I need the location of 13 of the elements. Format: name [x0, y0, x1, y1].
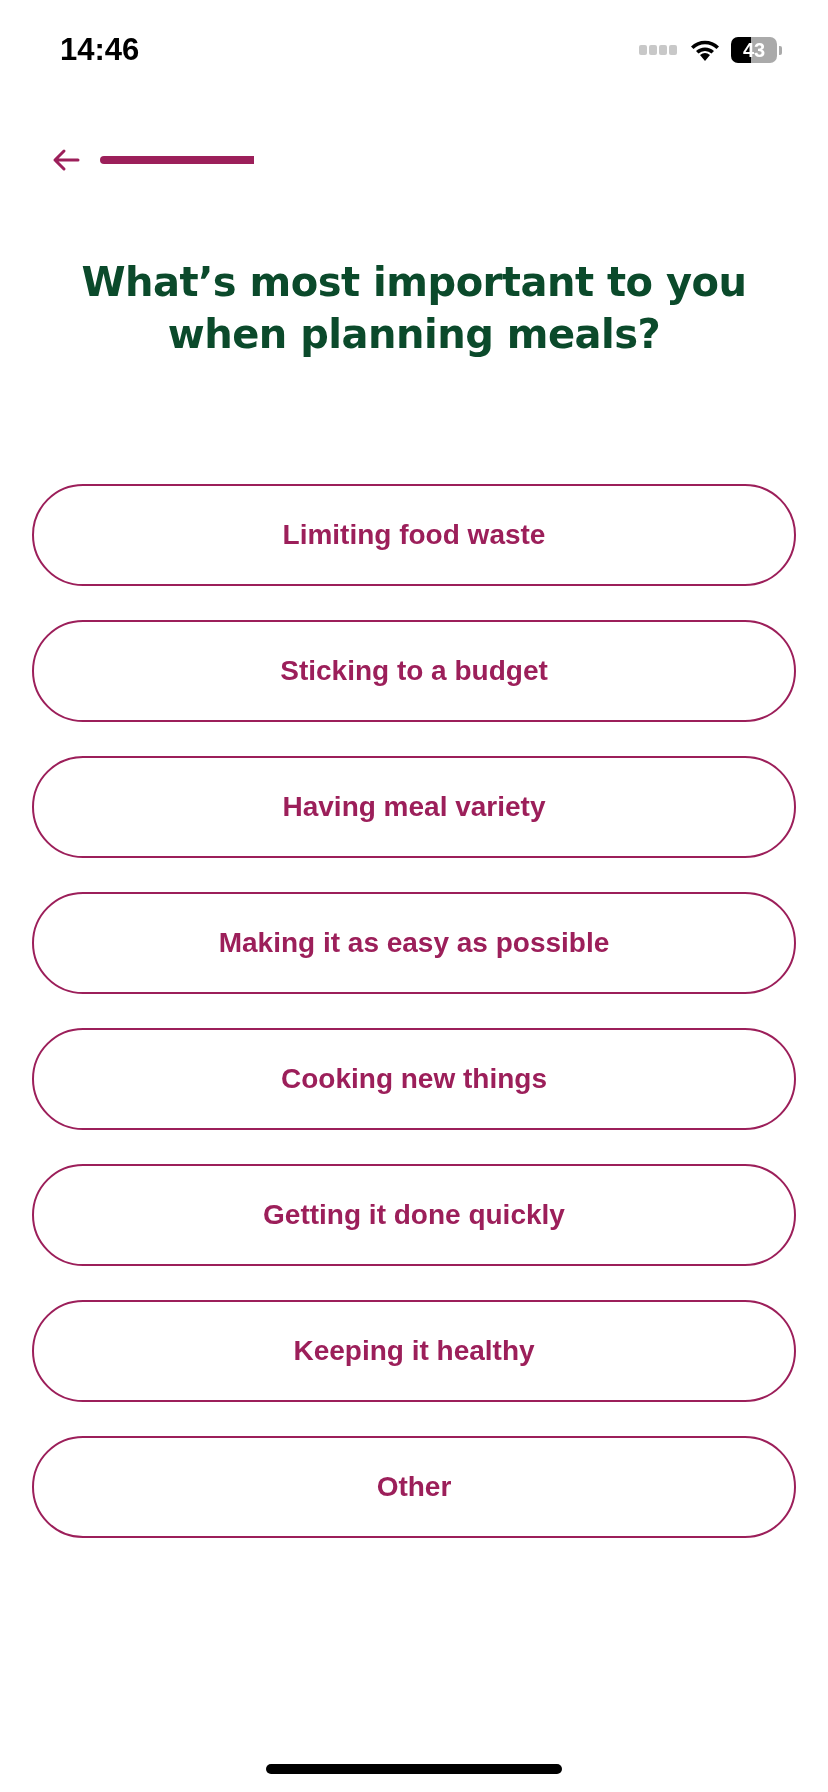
- question-title: What’s most important to you when planning meals?: [80, 258, 748, 359]
- option-button[interactable]: Keeping it healthy: [32, 1300, 796, 1402]
- signal-icon: [639, 44, 679, 56]
- option-button[interactable]: Getting it done quickly: [32, 1164, 796, 1266]
- option-button[interactable]: Cooking new things: [32, 1028, 796, 1130]
- option-button[interactable]: Having meal variety: [32, 756, 796, 858]
- option-button[interactable]: Making it as easy as possible: [32, 892, 796, 994]
- option-button[interactable]: Limiting food waste: [32, 484, 796, 586]
- option-button[interactable]: Other: [32, 1436, 796, 1538]
- back-arrow-icon[interactable]: [52, 148, 80, 172]
- option-button[interactable]: Sticking to a budget: [32, 620, 796, 722]
- wifi-icon: [689, 38, 721, 62]
- status-time: 14:46: [60, 32, 140, 68]
